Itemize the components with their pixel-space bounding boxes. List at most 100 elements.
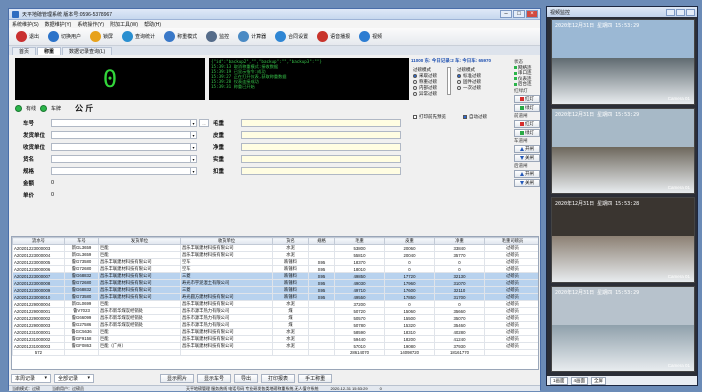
spec-input[interactable] xyxy=(51,167,191,175)
toolbar-button[interactable]: 合同设置 xyxy=(272,30,311,44)
maximize-button[interactable] xyxy=(676,8,685,16)
match-option[interactable]: 异常过磅 xyxy=(413,91,437,97)
net-input[interactable] xyxy=(241,143,401,151)
close-button[interactable]: × xyxy=(526,10,538,18)
maximize-button[interactable]: □ xyxy=(513,10,525,18)
table-cell: S95 xyxy=(308,279,335,287)
chevron-down-icon[interactable]: ▾ xyxy=(191,131,197,139)
tab-records[interactable]: 数据记录查询(L) xyxy=(62,47,113,55)
close-button[interactable] xyxy=(686,8,695,16)
table-row[interactable]: A20201229000003 鲁G27586 昌乐市新华煤炭经销处 昌乐市源丰热力有… xyxy=(12,321,538,329)
chevron-down-icon[interactable]: ▾ xyxy=(191,143,197,151)
table-cell xyxy=(308,251,335,259)
table-row[interactable]: A20201231000002 鲁GF9158 巨能 昌乐丰联建材科技有限公司 水泥 59… xyxy=(12,335,538,343)
fullscreen-button[interactable]: 全屏 xyxy=(591,376,607,385)
lamp-icon xyxy=(514,71,517,75)
feed-timestamp: 2020年12月31日 星期四 15:53:29 xyxy=(555,290,640,296)
column-header[interactable]: 毛重 xyxy=(334,237,385,245)
open-gate-button[interactable]: 开闸 xyxy=(514,145,540,153)
toolbar-button[interactable]: 语音播报 xyxy=(314,30,353,44)
layout-4-button[interactable]: 4画面 xyxy=(570,376,589,385)
minimize-button[interactable]: – xyxy=(500,10,512,18)
table-row[interactable]: A20201223000004 新GL3659 巨能 昌乐丰联建材科技有限公司 水泥 55… xyxy=(12,251,538,259)
column-header[interactable]: 流水号 xyxy=(12,237,65,245)
toolbar-button[interactable]: 计算器 xyxy=(235,30,269,44)
auto-weigh-checkbox[interactable]: 自动过磅 xyxy=(463,114,487,120)
close-gate-button-2[interactable]: 关闸 xyxy=(514,179,540,187)
column-header[interactable]: 皮重 xyxy=(384,237,435,245)
table-row[interactable]: A20201223000006 鲁G72680 昌乐丰联建材科技有限公司 空车 跌锤料 S… xyxy=(12,265,538,273)
toolbar-button[interactable]: 视频 xyxy=(356,30,385,44)
column-header[interactable]: 净重 xyxy=(434,237,485,245)
table-row[interactable]: A20201229000004 新GL0699 巨能 昌乐丰联建材科技有限公司 水泥 37… xyxy=(12,300,538,308)
actual-input[interactable] xyxy=(241,155,401,163)
toolbar-button[interactable]: 查询统计 xyxy=(119,30,158,44)
table-row[interactable]: A20201223000009 鲁G68832 昌乐丰联建材科技有限公司 三菱 跌锤料 S… xyxy=(12,286,538,294)
toolbar-button[interactable]: 称重模式 xyxy=(161,30,200,44)
red-light-button[interactable]: 红灯 xyxy=(514,95,540,103)
arrow-down-icon xyxy=(520,181,524,185)
period-filter-select[interactable]: 本周记录 ▾ xyxy=(11,373,51,383)
camera-feed[interactable]: 2020年12月31日 星期四 15:53:29 Camera 01 xyxy=(551,108,695,194)
green-light-button[interactable]: 绿灯 xyxy=(514,104,540,112)
table-row[interactable]: A20201223000010 鲁G73580 昌乐丰联建材科技有限公司 寿光圆方建材… xyxy=(12,293,538,301)
table-row[interactable]: A20201223000005 鲁G73580 昌乐丰联建材科技有限公司 空车 跌锤料 S… xyxy=(12,258,538,266)
menu-tools[interactable]: 附加工具(W) xyxy=(110,21,138,28)
tab-home[interactable]: 首页 xyxy=(12,47,37,55)
menu-system[interactable]: 系统维护(S) xyxy=(12,21,39,28)
column-header[interactable]: 收货单位 xyxy=(180,237,273,245)
open-gate-button-2[interactable]: 开闸 xyxy=(514,170,540,178)
deduct-input[interactable] xyxy=(241,167,401,175)
vehicle-input[interactable] xyxy=(51,119,191,127)
filter-option[interactable]: 一次过磅 xyxy=(457,85,481,91)
vehicle-browse-button[interactable]: ... xyxy=(199,119,209,127)
chevron-down-icon[interactable]: ▾ xyxy=(191,155,197,163)
red-light-button-2[interactable]: 红灯 xyxy=(514,120,540,128)
tare-input[interactable] xyxy=(241,131,401,139)
table-row[interactable]: A20201223000008 鲁G72680 昌乐丰联建材科技有限公司 寿光市宇泥混… xyxy=(12,279,538,287)
green-light-button-2[interactable]: 绿灯 xyxy=(514,129,540,137)
menu-operation[interactable]: 系统操作(Y) xyxy=(77,21,104,28)
print-report-button[interactable]: 打印报表 xyxy=(261,373,296,383)
close-gate-button[interactable]: 关闸 xyxy=(514,154,540,162)
column-header[interactable]: 规格 xyxy=(308,237,335,245)
menu-data[interactable]: 数据维护(Y) xyxy=(45,21,72,28)
chevron-down-icon[interactable]: ▾ xyxy=(191,119,197,127)
column-header[interactable]: 毛重司磅员 xyxy=(484,237,538,245)
toolbar-button[interactable]: 退出 xyxy=(13,30,42,44)
goods-input[interactable] xyxy=(51,155,191,163)
table-cell: 寿光圆方建材科技有限公司 xyxy=(180,293,273,301)
column-header[interactable]: 车号 xyxy=(64,237,99,245)
minimize-button[interactable] xyxy=(666,8,675,16)
total-cell: 14098720 xyxy=(384,349,435,356)
menu-help[interactable]: 帮助(H) xyxy=(144,21,161,28)
manual-weigh-button[interactable]: 手工称重 xyxy=(298,373,333,383)
export-button[interactable]: 导出 xyxy=(234,373,259,383)
camera-feed[interactable]: 2020年12月31日 星期四 15:53:29 Camera 01 xyxy=(551,19,695,105)
toolbar-button[interactable]: 监控 xyxy=(203,30,232,44)
camera-feed[interactable]: 2020年12月31日 星期四 15:53:28 Camera 01 xyxy=(551,197,695,283)
receiver-input[interactable] xyxy=(51,143,191,151)
column-header[interactable]: 发货单位 xyxy=(98,237,181,245)
chevron-down-icon[interactable]: ▾ xyxy=(191,167,197,175)
toolbar-button[interactable]: 切换用户 xyxy=(45,30,84,44)
table-cell: 水泥 xyxy=(272,251,309,259)
layout-1-button[interactable]: 1画面 xyxy=(550,376,568,385)
table-row[interactable]: A20201229000001 鲁V7023 昌乐市新华煤炭经销处 昌乐市源丰热力有限… xyxy=(12,307,538,315)
table-row[interactable]: A20201229000002 鲁G66099 昌乐市新华煤炭经销处 昌乐市源丰热力有… xyxy=(12,314,538,322)
gross-input[interactable] xyxy=(241,119,401,127)
toolbar-button[interactable]: 锁屏 xyxy=(87,30,116,44)
camera-feed[interactable]: 2020年12月31日 星期四 15:53:29 Camera 01 xyxy=(551,286,695,372)
show-photo-button[interactable]: 显示照片 xyxy=(160,373,195,383)
record-filter-select[interactable]: 全部记录 ▾ xyxy=(54,373,94,383)
show-plate-button[interactable]: 显示车号 xyxy=(197,373,232,383)
column-header[interactable]: 货名 xyxy=(272,237,309,245)
table-row[interactable]: A20201231000003 鲁GF0863 巨能（广州） 昌乐丰联建材科技有限公司… xyxy=(12,342,538,350)
tab-weigh[interactable]: 称重 xyxy=(37,47,62,55)
table-row[interactable]: A20201223000007 鲁G68832 昌乐丰联建材科技有限公司 三菱 跌锤料 S… xyxy=(12,272,538,280)
sender-input[interactable] xyxy=(51,131,191,139)
table-row[interactable]: A20201223000003 新GL3659 巨能 昌乐丰联建材科技有限公司 水泥 53… xyxy=(12,244,538,252)
table-cell: A20201231000001 xyxy=(12,328,65,336)
print-preview-checkbox[interactable]: 打印前先预览 xyxy=(413,114,446,120)
table-row[interactable]: A20201231000001 鲁GC5636 巨能 昌乐丰联建材科技有限公司 水泥 58… xyxy=(12,328,538,336)
